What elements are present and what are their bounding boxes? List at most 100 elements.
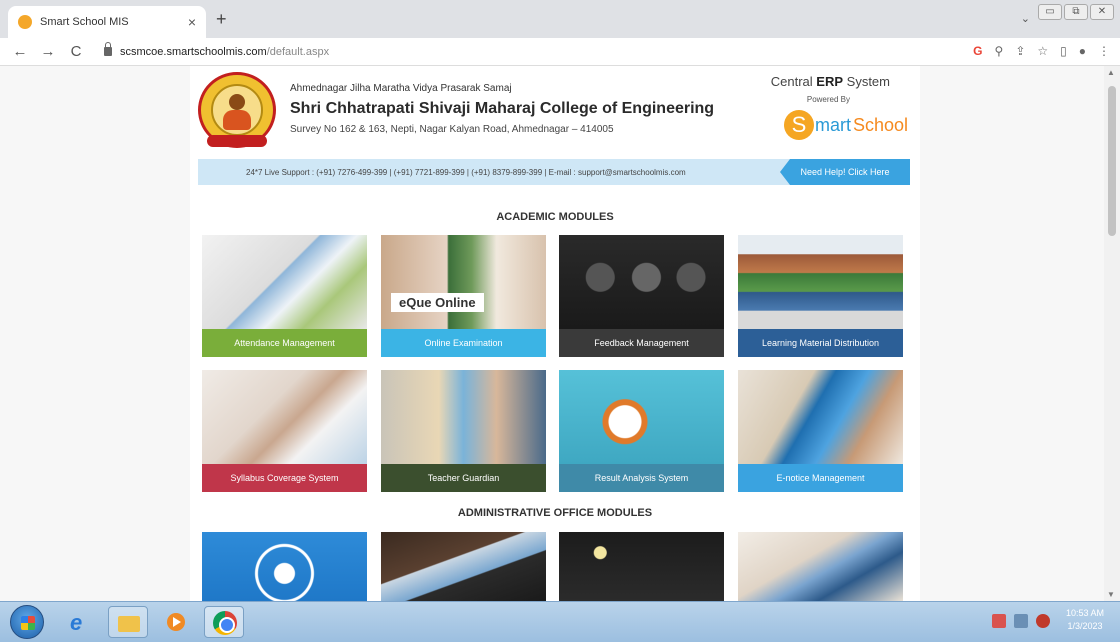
admin-idea-image <box>559 532 724 601</box>
windows-logo-icon <box>21 616 35 630</box>
page-scrollbar[interactable]: ▲ ▼ <box>1104 66 1120 601</box>
admin-laptop-image <box>381 532 546 601</box>
address-bar: ← → C scsmcoe.smartschoolmis.com /defaul… <box>0 38 1120 66</box>
scroll-up-icon[interactable]: ▲ <box>1107 68 1115 77</box>
folder-icon <box>118 616 140 632</box>
google-icon[interactable]: G <box>973 44 982 58</box>
start-button[interactable] <box>10 605 44 639</box>
close-tab-icon[interactable]: × <box>188 14 196 30</box>
result-analysis-image <box>559 370 724 464</box>
tile-label: Attendance Management <box>202 329 367 357</box>
tile-e-notice-management[interactable]: E-notice Management <box>738 370 903 492</box>
tile-online-examination[interactable]: eQue Online Online Examination <box>381 235 546 357</box>
lock-icon[interactable] <box>104 42 112 56</box>
tile-attendance-management[interactable]: Attendance Management <box>202 235 367 357</box>
support-banner: 24*7 Live Support : (+91) 7276-499-399 |… <box>198 159 910 185</box>
window-controls: ▭ ⧉ ✕ <box>1038 4 1114 20</box>
media-player-icon <box>167 613 185 631</box>
taskbar-media-player[interactable] <box>156 606 196 638</box>
admin-desk-image <box>738 532 903 601</box>
tile-label: Syllabus Coverage System <box>202 464 367 492</box>
powered-by: Powered By <box>806 95 850 104</box>
shivaji-emblem-icon <box>211 84 263 136</box>
online-exam-image <box>381 235 546 329</box>
attendance-image <box>202 235 367 329</box>
new-tab-button[interactable]: + <box>216 9 227 30</box>
system-clock[interactable]: 10:53 AM 1/3/2023 <box>1066 607 1104 633</box>
tile-label: E-notice Management <box>738 464 903 492</box>
taskbar-chrome[interactable] <box>204 606 244 638</box>
minimize-button[interactable]: ▭ <box>1038 4 1062 20</box>
tile-learning-material-distribution[interactable]: Learning Material Distribution <box>738 235 903 357</box>
volume-icon[interactable] <box>1036 614 1050 628</box>
address-bar-icons: G ⚲ ⇪ ☆ ▯ ● ⋮ <box>973 44 1110 58</box>
back-button[interactable]: ← <box>6 43 34 60</box>
restore-button[interactable]: ⧉ <box>1064 4 1088 20</box>
taskbar: e 10:53 AM 1/3/2023 <box>0 601 1120 642</box>
tile-admin-module-2[interactable] <box>381 532 546 601</box>
tile-label: Learning Material Distribution <box>738 329 903 357</box>
zoom-icon[interactable]: ⚲ <box>995 44 1004 58</box>
society-name: Ahmednagar Jilha Maratha Vidya Prasarak … <box>290 83 512 94</box>
bookmark-star-icon[interactable]: ☆ <box>1037 44 1048 58</box>
browser-tab[interactable]: Smart School MIS × <box>8 6 206 38</box>
smartschool-logo: S mart School <box>783 110 908 140</box>
share-icon[interactable]: ⇪ <box>1015 44 1025 58</box>
side-panel-icon[interactable]: ▯ <box>1060 44 1067 58</box>
profile-icon[interactable]: ● <box>1079 44 1086 58</box>
erp-title: Central ERP System <box>770 74 890 89</box>
administrative-modules-heading: ADMINISTRATIVE OFFICE MODULES <box>457 507 653 519</box>
scroll-down-icon[interactable]: ▼ <box>1107 590 1115 599</box>
reload-button[interactable]: C <box>62 43 90 60</box>
need-help-button[interactable]: Need Help! Click Here <box>780 159 910 185</box>
college-logo <box>198 72 276 148</box>
e-notice-image <box>738 370 903 464</box>
page-content: Ahmednagar Jilha Maratha Vidya Prasarak … <box>190 66 920 601</box>
teacher-guardian-image <box>381 370 546 464</box>
logo-ribbon <box>207 135 267 147</box>
tile-admin-module-4[interactable] <box>738 532 903 601</box>
college-name: Shri Chhatrapati Shivaji Maharaj College… <box>290 100 715 117</box>
tile-admin-module-1[interactable] <box>202 532 367 601</box>
tab-search-icon[interactable]: ⌄ <box>1021 12 1030 25</box>
tile-teacher-guardian[interactable]: Teacher Guardian <box>381 370 546 492</box>
tab-title: Smart School MIS <box>40 16 129 28</box>
close-window-button[interactable]: ✕ <box>1090 4 1114 20</box>
url-host: scsmcoe.smartschoolmis.com <box>120 45 267 58</box>
brand-end: School <box>852 114 908 135</box>
scroll-thumb[interactable] <box>1108 86 1116 236</box>
tile-admin-module-3[interactable] <box>559 532 724 601</box>
tile-label: Result Analysis System <box>559 464 724 492</box>
tile-label: Feedback Management <box>559 329 724 357</box>
college-address: Survey No 162 & 163, Nepti, Nagar Kalyan… <box>290 124 614 135</box>
menu-icon[interactable]: ⋮ <box>1098 44 1110 58</box>
tile-feedback-management[interactable]: Feedback Management <box>559 235 724 357</box>
favicon-icon <box>18 15 32 29</box>
tile-result-analysis-system[interactable]: Result Analysis System <box>559 370 724 492</box>
chrome-icon <box>213 611 237 635</box>
admin-network-image <box>202 532 367 601</box>
clock-time: 10:53 AM <box>1065 608 1104 618</box>
support-contact-text: 24*7 Live Support : (+91) 7276-499-399 |… <box>246 167 686 177</box>
learning-material-image <box>738 235 903 329</box>
tray-app-icon[interactable] <box>992 614 1006 628</box>
clock-date: 1/3/2023 <box>1067 621 1103 631</box>
taskbar-file-explorer[interactable] <box>108 606 148 638</box>
url-field[interactable]: scsmcoe.smartschoolmis.com /default.aspx <box>104 42 330 58</box>
taskbar-internet-explorer[interactable]: e <box>60 606 100 638</box>
forward-button[interactable]: → <box>34 43 62 60</box>
academic-modules-heading: ACADEMIC MODULES <box>496 211 614 223</box>
internet-explorer-icon: e <box>70 610 83 635</box>
college-header: Ahmednagar Jilha Maratha Vidya Prasarak … <box>190 66 920 158</box>
tile-label: Online Examination <box>381 329 546 357</box>
page-viewport: Ahmednagar Jilha Maratha Vidya Prasarak … <box>0 66 1104 601</box>
browser-tab-bar: Smart School MIS × + ⌄ ▭ ⧉ ✕ <box>0 0 1120 38</box>
tile-label: Teacher Guardian <box>381 464 546 492</box>
tile-syllabus-coverage-system[interactable]: Syllabus Coverage System <box>202 370 367 492</box>
system-tray <box>992 614 1050 628</box>
feedback-image <box>559 235 724 329</box>
brand-mid: mart <box>814 114 851 135</box>
url-path: /default.aspx <box>266 45 330 58</box>
syllabus-image <box>202 370 367 464</box>
network-icon[interactable] <box>1014 614 1028 628</box>
